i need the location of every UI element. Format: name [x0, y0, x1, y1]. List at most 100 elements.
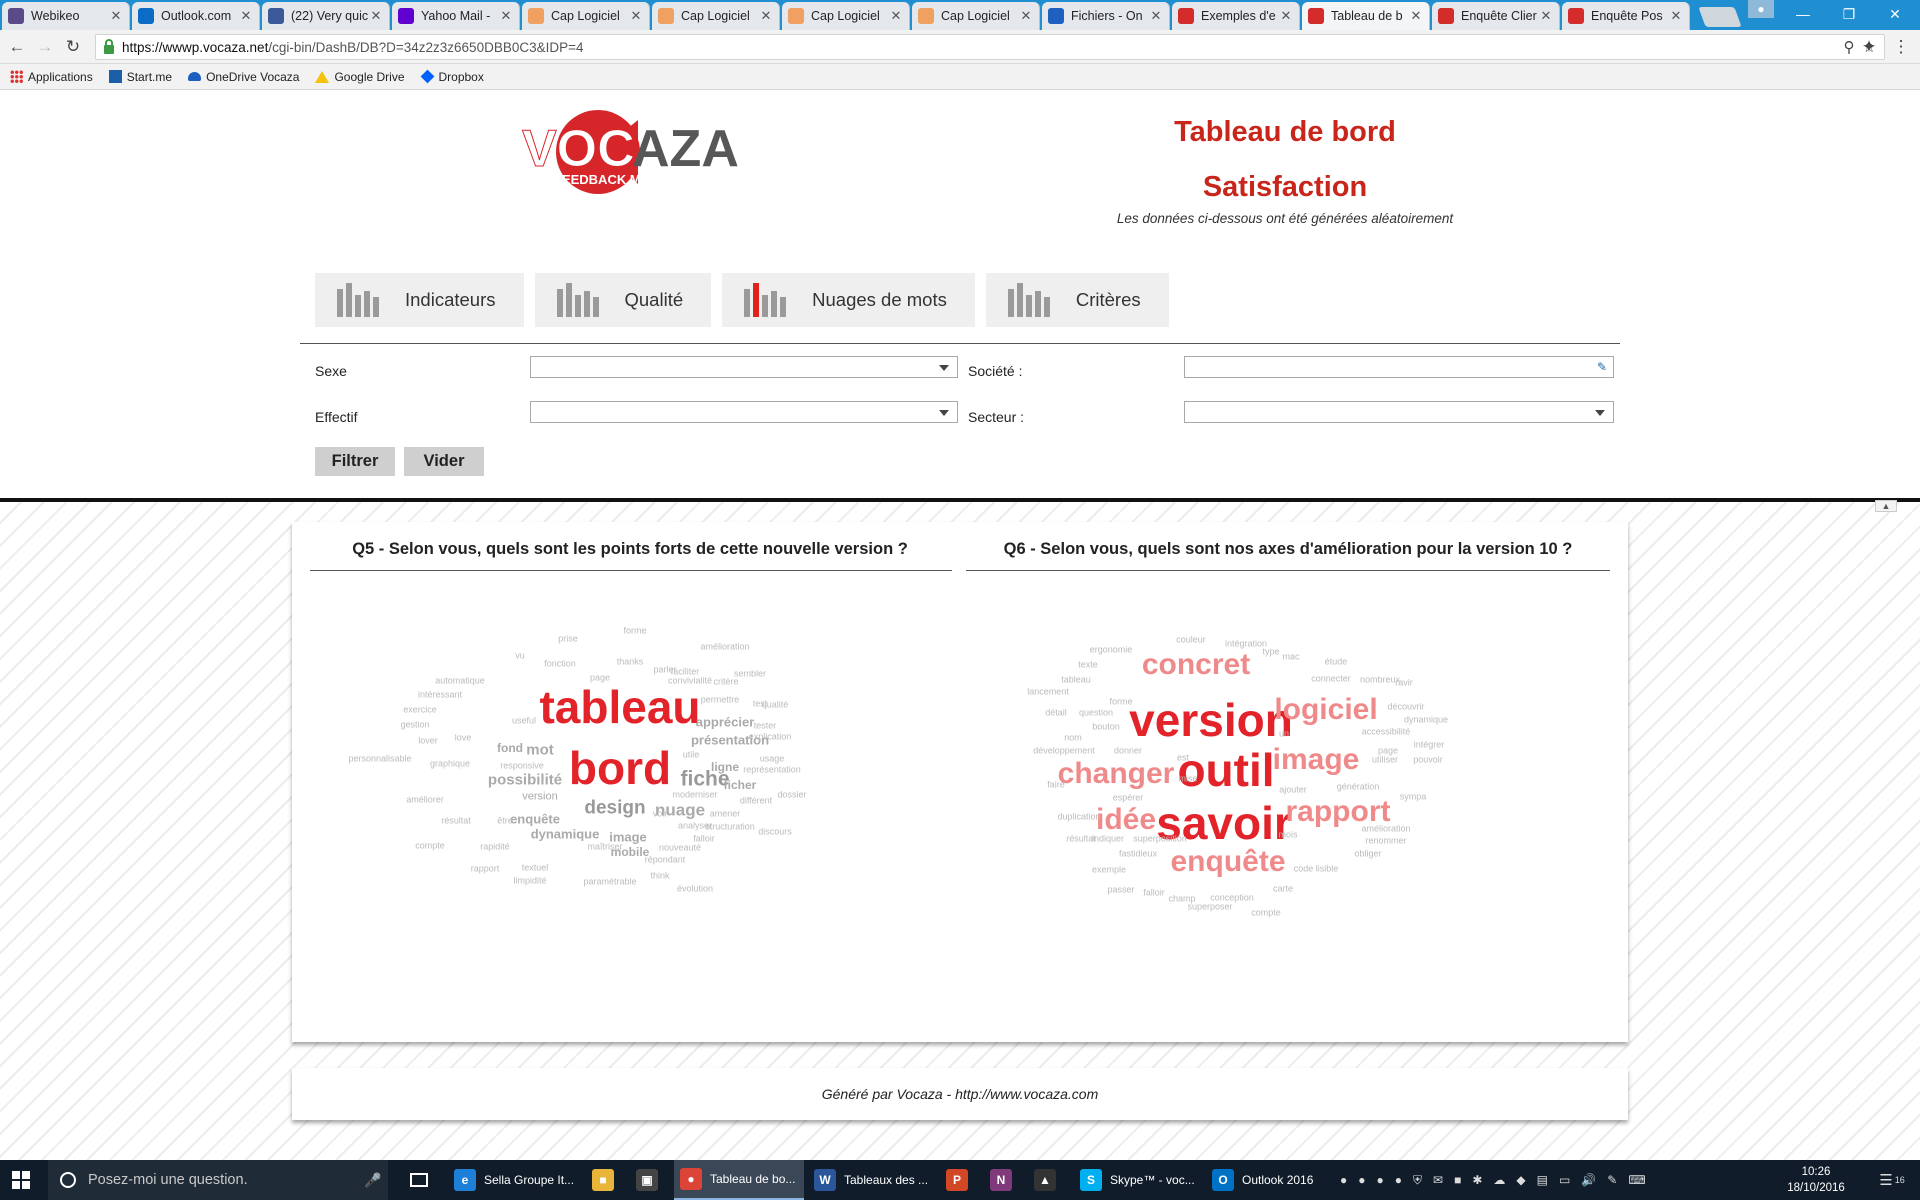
sexe-select[interactable] [530, 356, 958, 378]
close-tab-icon[interactable]: ✕ [369, 8, 383, 24]
cloud-word[interactable]: thanks [617, 657, 644, 667]
cloud-word[interactable]: tableau [539, 684, 700, 730]
cloud-word[interactable]: nombreux [1360, 675, 1400, 685]
battery-icon[interactable]: ▭ [1559, 1173, 1570, 1187]
cloud-word[interactable]: superposer [1187, 902, 1232, 912]
cloud-word[interactable]: ligne [711, 761, 739, 773]
bookmark-applications[interactable]: Applications [10, 70, 93, 84]
cloud-word[interactable]: structuration [705, 822, 755, 832]
cloud-word[interactable]: usage [760, 754, 785, 764]
cloud-word[interactable]: version [522, 791, 557, 803]
cloud-word[interactable]: possibilité [488, 773, 562, 788]
browser-tab[interactable]: Exemples d'e ✕ [1172, 2, 1300, 30]
cloud-word[interactable]: falloir [1143, 888, 1165, 898]
effectif-select[interactable] [530, 401, 958, 423]
cloud-word[interactable]: exercice [403, 705, 437, 715]
cloud-word[interactable]: useful [512, 716, 536, 726]
close-window-icon[interactable]: ✕ [1872, 0, 1918, 28]
close-tab-icon[interactable]: ✕ [1279, 8, 1293, 24]
cloud-word[interactable]: moderniser [672, 790, 717, 800]
tray-app-icon[interactable]: ● [1377, 1173, 1384, 1187]
tab-indicateurs[interactable]: Indicateurs [315, 273, 524, 327]
cloud-word[interactable]: qualité [762, 700, 789, 710]
cloud-word[interactable]: indiquer [1092, 834, 1124, 844]
cloud-word[interactable]: renommer [1365, 836, 1406, 846]
taskbar-app[interactable]: O Outlook 2016 [1206, 1160, 1326, 1200]
cloud-word[interactable]: pouvoir [1413, 755, 1443, 765]
browser-tab[interactable]: Enquête Clier ✕ [1432, 2, 1560, 30]
taskbar-app[interactable]: ▣ [630, 1160, 670, 1200]
cloud-word[interactable]: fastidieux [1119, 849, 1157, 859]
cloud-word[interactable]: vu [515, 651, 525, 661]
tray-app-icon[interactable]: ● [1395, 1173, 1402, 1187]
mail-icon[interactable]: ✉ [1433, 1173, 1443, 1187]
taskbar-app[interactable]: e Sella Groupe It... [448, 1160, 578, 1200]
cloud-word[interactable]: texte [1078, 660, 1098, 670]
close-tab-icon[interactable]: ✕ [499, 8, 513, 24]
cloud-word[interactable]: développement [1033, 746, 1095, 756]
cloud-word[interactable]: outil [1177, 747, 1274, 793]
cloud-word[interactable]: détail [1045, 708, 1067, 718]
cloud-word[interactable]: espérer [1113, 793, 1144, 803]
cloud-word[interactable]: répondant [645, 855, 686, 865]
forward-icon[interactable]: → [34, 36, 56, 58]
cloud-word[interactable]: forme [1109, 697, 1132, 707]
cloud-word[interactable]: rapidité [480, 842, 510, 852]
back-icon[interactable]: ← [6, 36, 28, 58]
taskbar-app[interactable]: ▲ [1028, 1160, 1068, 1200]
cloud-word[interactable]: exemple [1092, 865, 1126, 875]
profile-icon[interactable]: ● [1748, 0, 1774, 18]
windows-start-icon[interactable] [12, 1171, 30, 1189]
cloud-word[interactable]: évolution [677, 884, 713, 894]
cloud-word[interactable]: design [584, 799, 645, 818]
societe-input[interactable]: ✎ [1184, 356, 1614, 378]
close-tab-icon[interactable]: ✕ [1539, 8, 1553, 24]
tab-nuages-de-mots[interactable]: Nuages de mots [722, 273, 975, 327]
clear-button[interactable]: Vider [404, 447, 484, 476]
cloud-word[interactable]: logiciel [1274, 695, 1377, 725]
cloud-word[interactable]: question [1079, 708, 1113, 718]
cloud-word[interactable]: love [455, 733, 472, 743]
cloud-word[interactable]: compte [415, 841, 445, 851]
onedrive-tray-icon[interactable]: ☁ [1493, 1173, 1505, 1187]
cloud-word[interactable]: bord [569, 745, 671, 791]
close-tab-icon[interactable]: ✕ [889, 8, 903, 24]
cloud-word[interactable]: utile [683, 750, 700, 760]
close-tab-icon[interactable]: ✕ [239, 8, 253, 24]
bookmark-google-drive[interactable]: Google Drive [315, 70, 405, 84]
zoom-icon[interactable]: ⚲ [1844, 38, 1855, 56]
cloud-word[interactable]: dynamique [531, 828, 600, 841]
cloud-word[interactable]: est [1177, 753, 1189, 763]
cloud-word[interactable]: gestion [400, 720, 429, 730]
cloud-word[interactable]: un [1279, 729, 1289, 739]
cloud-word[interactable]: étude [1325, 657, 1348, 667]
cloud-word[interactable]: ficher [724, 779, 757, 791]
cloud-word[interactable]: critère [713, 677, 738, 687]
cloud-word[interactable]: apprécier [696, 716, 755, 729]
volume-icon[interactable]: 🔊 [1581, 1173, 1596, 1187]
cloud-word[interactable]: concret [1142, 650, 1250, 680]
cloud-word[interactable]: discours [758, 827, 792, 837]
cloud-word[interactable]: sympa [1400, 792, 1427, 802]
dropbox-tray-icon[interactable]: ◆ [1516, 1173, 1525, 1187]
cloud-word[interactable]: faire [1047, 780, 1065, 790]
cloud-word[interactable]: limpidité [513, 876, 546, 886]
close-tab-icon[interactable]: ✕ [1669, 8, 1683, 24]
filter-button[interactable]: Filtrer [315, 447, 395, 476]
cloud-word[interactable]: image [1273, 745, 1360, 775]
cloud-word[interactable]: mise [1178, 774, 1197, 784]
browser-tab[interactable]: (22) Very quic ✕ [262, 2, 390, 30]
secteur-select[interactable] [1184, 401, 1614, 423]
taskbar-app[interactable]: W Tableaux des ... [808, 1160, 938, 1200]
cloud-word[interactable]: ergonomie [1090, 645, 1133, 655]
cloud-word[interactable]: superposition [1133, 834, 1187, 844]
cloud-word[interactable]: enquête [510, 813, 560, 826]
cloud-word[interactable]: résultat [441, 816, 471, 826]
reload-icon[interactable]: ↻ [62, 36, 84, 58]
vocaza-logo[interactable]: VOC AZA FEEDBACK MANAGEMENT [520, 100, 745, 205]
bluetooth-icon[interactable]: ✱ [1472, 1173, 1482, 1187]
outlook-tray-icon[interactable]: ■ [1454, 1173, 1461, 1187]
bookmark-dropbox[interactable]: Dropbox [420, 70, 484, 84]
cloud-word[interactable]: paramétrable [583, 877, 636, 887]
browser-tab[interactable]: Cap Logiciel ✕ [652, 2, 780, 30]
